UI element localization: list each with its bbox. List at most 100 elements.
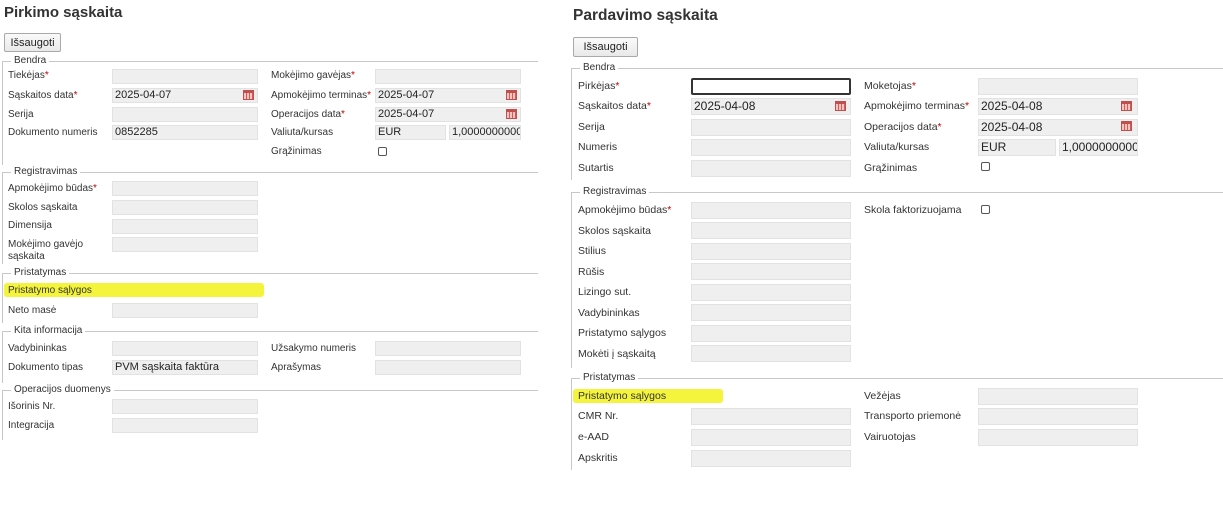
section-title: Bendra [11, 54, 50, 68]
payee-account-label: Mokėjimo gavėjo sąskaita [8, 239, 84, 262]
payment-term-label: Apmokėjimo terminas* [271, 90, 372, 101]
driver-input[interactable] [978, 429, 1138, 446]
manager-label: Vadybininkas [8, 343, 67, 354]
currency-input[interactable]: EUR [978, 139, 1056, 156]
cmr-input[interactable] [691, 408, 851, 425]
cmr-label: CMR Nr. [578, 410, 619, 422]
debt-factoring-checkbox[interactable] [981, 205, 990, 214]
page-title: Pirkimo sąskaita [4, 4, 123, 21]
document-number-label: Dokumento numeris [8, 127, 98, 138]
vehicle-input[interactable] [978, 408, 1138, 425]
page-title: Pardavimo sąskaita [573, 7, 718, 24]
supplier-input[interactable] [112, 69, 258, 84]
payer-label: Moketojas* [864, 80, 916, 92]
description-label: Aprašymas [271, 362, 322, 373]
contract-input[interactable] [691, 160, 851, 177]
manager-input[interactable] [691, 304, 851, 321]
series-input[interactable] [112, 107, 258, 122]
eaad-input[interactable] [691, 429, 851, 446]
external-no-label: Išorinis Nr. [8, 401, 56, 412]
payee-input[interactable] [375, 69, 521, 84]
debt-account-input[interactable] [691, 222, 851, 239]
delivery-terms-reg-label: Pristatymo sąlygos [578, 327, 667, 339]
calendar-icon[interactable] [1121, 121, 1132, 131]
invoice-date-label: Sąskaitos data* [8, 90, 78, 101]
return-checkbox[interactable] [378, 147, 387, 156]
invoice-date-input[interactable]: 2025-04-07 [112, 88, 258, 103]
payment-method-input[interactable] [691, 202, 851, 219]
style-input[interactable] [691, 243, 851, 260]
integration-input[interactable] [112, 418, 258, 433]
document-type-input[interactable]: PVM sąskaita faktūra [112, 360, 258, 375]
payment-term-label: Apmokėjimo terminas* [864, 100, 970, 112]
sales-invoice-panel: Pardavimo sąskaita Išsaugoti Bendra Pirk… [568, 0, 1223, 470]
save-button[interactable]: Išsaugoti [573, 37, 638, 57]
section-delivery: Pristatymas [2, 266, 538, 323]
calendar-icon[interactable] [506, 109, 517, 119]
purchase-invoice-panel: Pirkimo sąskaita Išsaugoti Bendra Tiekėj… [0, 0, 540, 460]
carrier-input[interactable] [978, 388, 1138, 405]
description-input[interactable] [375, 360, 521, 375]
section-title: Kita informacija [11, 324, 86, 338]
section-title: Operacijos duomenys [11, 383, 114, 397]
series-label: Serija [8, 109, 34, 120]
district-input[interactable] [691, 450, 851, 467]
calendar-icon[interactable] [1121, 101, 1132, 111]
rate-input[interactable]: 1,0000000000 [1059, 139, 1138, 156]
buyer-label: Pirkėjas* [578, 80, 620, 92]
return-label: Grąžinimas [864, 162, 918, 174]
operation-date-label: Operacijos data* [271, 109, 345, 120]
net-weight-input[interactable] [112, 303, 258, 318]
rate-input[interactable]: 1,0000000000 [449, 125, 521, 140]
buyer-input[interactable] [691, 78, 851, 95]
pay-to-account-label: Mokėti į sąskaitą [578, 348, 656, 360]
carrier-label: Vežėjas [864, 390, 901, 402]
payee-account-input[interactable] [112, 237, 258, 252]
contract-label: Sutartis [578, 162, 614, 174]
operation-date-input[interactable]: 2025-04-07 [375, 107, 521, 122]
return-label: Grąžinimas [271, 146, 322, 157]
calendar-icon[interactable] [243, 90, 254, 100]
section-title: Bendra [580, 61, 619, 75]
delivery-terms-reg-input[interactable] [691, 325, 851, 342]
order-number-label: Užsakymo numeris [271, 343, 357, 354]
integration-label: Integracija [8, 420, 55, 431]
series-input[interactable] [691, 119, 851, 136]
payment-term-input[interactable]: 2025-04-08 [978, 98, 1138, 115]
debt-factoring-label: Skola faktorizuojama [864, 204, 962, 216]
manager-input[interactable] [112, 341, 258, 356]
debt-account-label: Skolos sąskaita [578, 225, 651, 237]
payee-label: Mokėjimo gavėjas* [271, 70, 355, 81]
currency-rate-label: Valiuta/kursas [271, 127, 334, 138]
calendar-icon[interactable] [506, 90, 517, 100]
pay-to-account-input[interactable] [691, 345, 851, 362]
dimension-input[interactable] [112, 219, 258, 234]
payment-method-input[interactable] [112, 181, 258, 196]
number-label: Numeris [578, 141, 618, 153]
calendar-icon[interactable] [835, 101, 846, 111]
section-title: Registravimas [11, 165, 81, 179]
return-checkbox[interactable] [981, 162, 990, 171]
operation-date-label: Operacijos data* [864, 121, 942, 133]
number-input[interactable] [691, 139, 851, 156]
debt-account-input[interactable] [112, 200, 258, 215]
external-no-input[interactable] [112, 399, 258, 414]
kind-input[interactable] [691, 263, 851, 280]
document-number-input[interactable]: 0852285 [112, 125, 258, 140]
vehicle-label: Transporto priemonė [864, 410, 962, 422]
operation-date-input[interactable]: 2025-04-08 [978, 119, 1138, 136]
leasing-input[interactable] [691, 284, 851, 301]
payment-method-label: Apmokėjimo būdas* [578, 204, 672, 216]
series-label: Serija [578, 121, 605, 133]
invoice-date-label: Sąskaitos data* [578, 100, 651, 112]
save-button[interactable]: Išsaugoti [4, 33, 61, 52]
driver-label: Vairuotojas [864, 431, 916, 443]
section-operations: Operacijos duomenys [2, 383, 538, 440]
order-number-input[interactable] [375, 341, 521, 356]
payment-method-label: Apmokėjimo būdas* [8, 183, 97, 194]
currency-input[interactable]: EUR [375, 125, 446, 140]
invoice-date-input[interactable]: 2025-04-08 [691, 98, 851, 115]
payment-term-input[interactable]: 2025-04-07 [375, 88, 521, 103]
payer-input[interactable] [978, 78, 1138, 95]
supplier-label: Tiekėjas* [8, 70, 49, 81]
